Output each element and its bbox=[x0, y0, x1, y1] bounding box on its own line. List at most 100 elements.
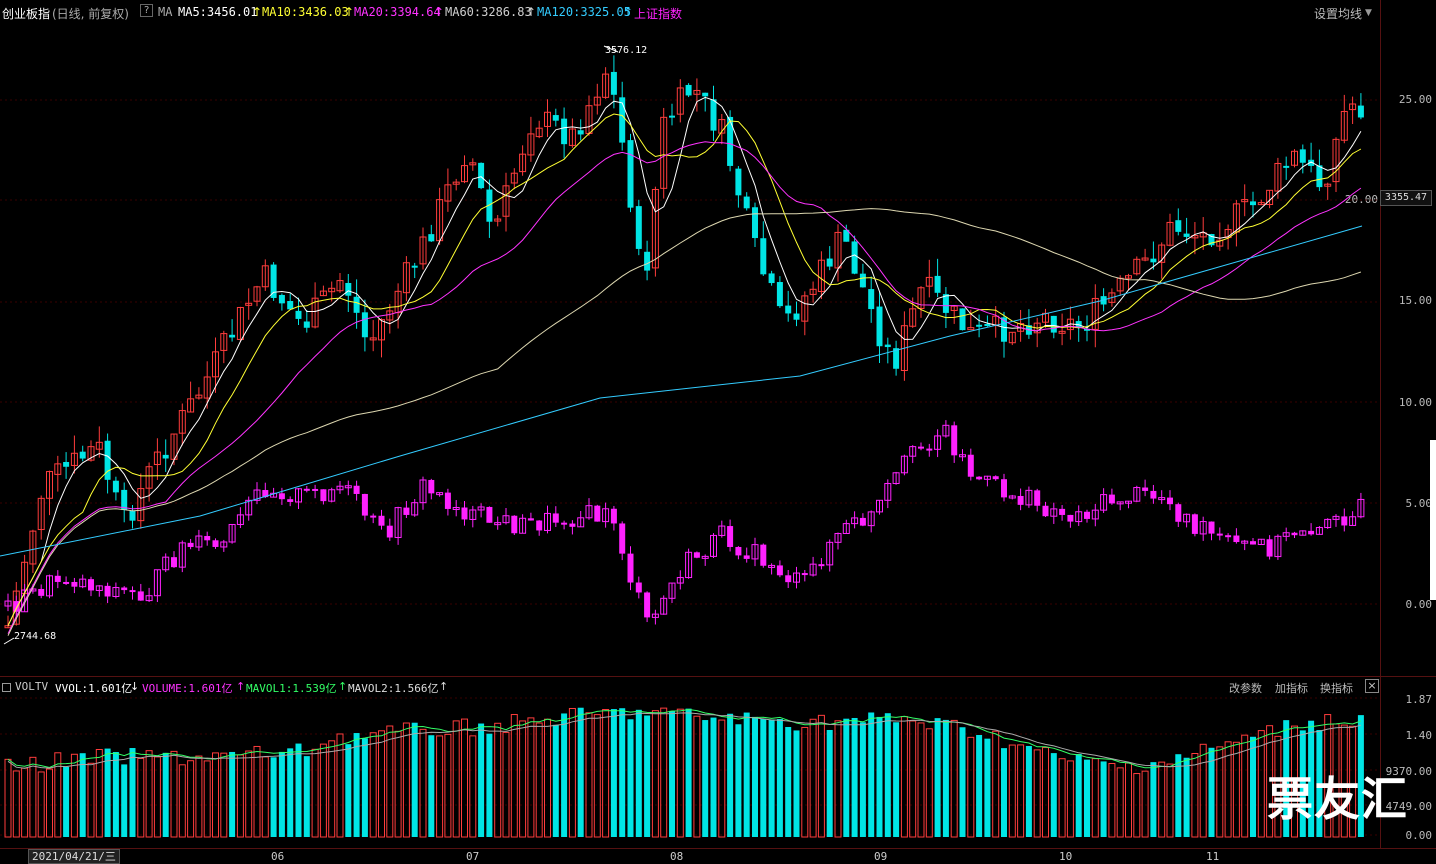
candle-body-down bbox=[411, 265, 418, 268]
overlay-body-down bbox=[785, 575, 792, 583]
ma120-arrow-icon: ↑ bbox=[623, 5, 634, 19]
candle-body-down bbox=[428, 234, 435, 242]
volume-bar-down bbox=[735, 724, 742, 837]
volume-bar-down bbox=[959, 727, 966, 837]
month-label: 11 bbox=[1206, 850, 1220, 863]
candle-body-down bbox=[1050, 315, 1057, 333]
volume-bar-up bbox=[469, 735, 477, 838]
close-indicator-button[interactable]: × bbox=[1365, 679, 1379, 693]
volume-bar-down bbox=[129, 748, 136, 837]
volume-bar-up bbox=[46, 768, 53, 838]
index-title[interactable]: 创业板指 bbox=[2, 5, 50, 22]
volume-bar-up bbox=[1158, 761, 1166, 838]
volume-bar-up bbox=[378, 730, 385, 838]
ma-settings-button[interactable]: 设置均线 bbox=[1314, 5, 1362, 22]
overlay-body-down bbox=[511, 515, 518, 534]
volume-bar-up bbox=[660, 707, 668, 838]
overlay-body-down bbox=[38, 588, 45, 596]
candle-body-down bbox=[278, 294, 285, 304]
volume-bar-up bbox=[153, 756, 161, 838]
volume-bar-up bbox=[170, 750, 178, 838]
mavol2-line bbox=[7, 712, 1362, 769]
overlay-index-label[interactable]: 上证指数 bbox=[634, 5, 682, 22]
overlay-body-down bbox=[976, 476, 983, 480]
candle-body-down bbox=[610, 71, 617, 95]
volume-bar-down bbox=[752, 716, 758, 837]
candle-body-down bbox=[760, 238, 767, 275]
volume-bar-down bbox=[1075, 754, 1082, 837]
volume-chart[interactable] bbox=[0, 697, 1380, 847]
overlay-body-down bbox=[1208, 521, 1215, 534]
overlay-body-down bbox=[926, 448, 933, 451]
volume-bar-up bbox=[1008, 744, 1016, 838]
volume-bar-down bbox=[121, 764, 128, 837]
candle-body-down bbox=[793, 313, 800, 320]
overlay-body-down bbox=[1233, 535, 1240, 543]
volume-bar-down bbox=[428, 735, 435, 837]
add-indicator-button[interactable]: 加指标 bbox=[1275, 680, 1308, 696]
switch-indicator-button[interactable]: 换指标 bbox=[1320, 680, 1353, 696]
volume-bar-up bbox=[195, 755, 203, 838]
candle-body-down bbox=[868, 289, 875, 310]
volume-bar-down bbox=[1084, 759, 1090, 837]
overlay-body-down bbox=[1225, 535, 1232, 538]
overlay-body-down bbox=[735, 546, 742, 556]
candle-body-down bbox=[1150, 258, 1157, 263]
vvol-value: VVOL:1.601亿 bbox=[55, 682, 133, 695]
low-price-label: 2744.68 bbox=[14, 631, 57, 642]
edit-params-button[interactable]: 改参数 bbox=[1229, 680, 1262, 696]
overlay-body-down bbox=[536, 520, 543, 531]
overlay-body-down bbox=[951, 425, 958, 456]
candle-body-down bbox=[1283, 165, 1290, 168]
candle-body-down bbox=[478, 162, 485, 189]
overlay-body-down bbox=[1308, 530, 1315, 535]
price-axis-label: 0.00 bbox=[1405, 598, 1433, 611]
price-chart[interactable] bbox=[0, 26, 1380, 676]
price-axis-label: 15.00 bbox=[1398, 294, 1432, 307]
volume-bar-up bbox=[676, 708, 684, 838]
help-button[interactable]: ? bbox=[140, 4, 154, 17]
volume-bar-down bbox=[287, 748, 294, 837]
volume-up-arrow-icon: ↑ bbox=[236, 680, 246, 693]
volume-bar-up bbox=[909, 720, 917, 838]
panel-divider bbox=[0, 676, 1436, 677]
volume-bar-down bbox=[270, 757, 277, 837]
candle-body-down bbox=[129, 510, 136, 521]
candle-body-down bbox=[1183, 233, 1190, 237]
ma5-line bbox=[7, 96, 1362, 626]
overlay-body-down bbox=[1250, 541, 1256, 545]
candle-body-down bbox=[577, 130, 584, 135]
overlay-body-down bbox=[378, 515, 385, 526]
overlay-body-down bbox=[13, 601, 20, 612]
volume-bar-down bbox=[353, 733, 360, 837]
collapse-icon[interactable] bbox=[2, 683, 11, 692]
overlay-body-down bbox=[1150, 490, 1157, 499]
volume-bar-up bbox=[992, 730, 1000, 838]
volume-bar-up bbox=[87, 762, 95, 838]
side-scroll-handle[interactable] bbox=[1430, 440, 1436, 600]
settings-dropdown-icon[interactable]: ▼ bbox=[1365, 8, 1372, 18]
volume-bar-up bbox=[319, 743, 327, 838]
overlay-body-down bbox=[353, 485, 360, 494]
volume-bar-up bbox=[950, 719, 958, 838]
mavol2-value: MAVOL2:1.566亿 bbox=[348, 682, 439, 695]
candle-body-up bbox=[967, 327, 975, 331]
mavol1-line bbox=[7, 708, 1362, 769]
period-label: (日线, 前复权) bbox=[52, 7, 129, 21]
volume-bar-up bbox=[444, 733, 452, 838]
volume-bar-up bbox=[900, 716, 908, 838]
volume-bar-down bbox=[1050, 753, 1057, 837]
cursor-date: 2021/04/21/三 bbox=[28, 849, 120, 864]
axis-divider bbox=[1380, 0, 1381, 848]
volume-bar-up bbox=[502, 731, 510, 838]
overlay-body-down bbox=[71, 581, 78, 587]
volume-bar-down bbox=[984, 738, 991, 837]
overlay-body-down bbox=[104, 585, 111, 597]
volume-bar-down bbox=[229, 751, 236, 837]
volume-indicator-name[interactable]: VOLTV bbox=[15, 680, 48, 693]
volume-bar-up bbox=[261, 756, 269, 838]
volume-bar-down bbox=[619, 708, 626, 837]
candle-body-down bbox=[785, 305, 792, 314]
volume-bar-down bbox=[727, 713, 734, 837]
volume-bar-up bbox=[535, 722, 543, 838]
